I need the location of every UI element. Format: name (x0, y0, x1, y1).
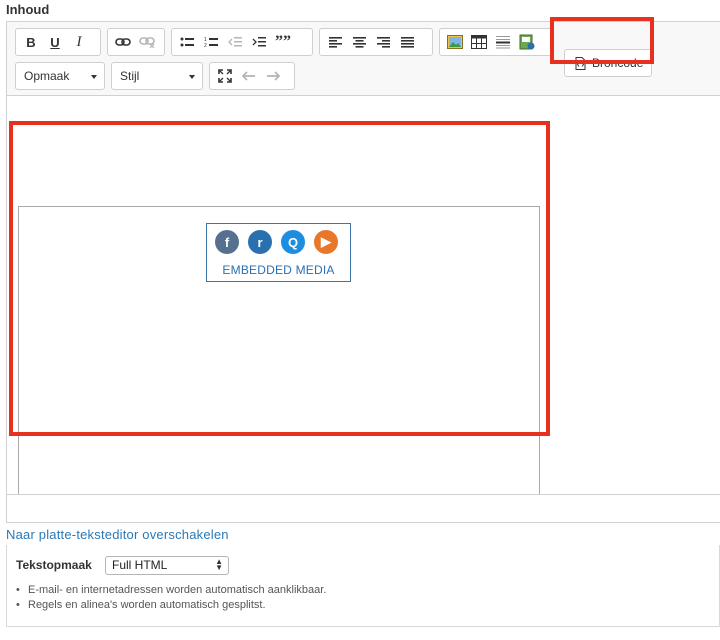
toolbar-group-lists: 12 ”” (171, 28, 313, 56)
select-arrows-icon: ▲ ▼ (215, 557, 223, 572)
table-icon[interactable] (467, 30, 491, 54)
text-format-label: Tekstopmaak (16, 558, 92, 572)
editor-statusbar (7, 494, 720, 522)
list-item: Regels en alinea's worden automatisch ge… (16, 599, 326, 611)
real-player-logo-icon: r (248, 230, 272, 254)
bulleted-list-icon[interactable] (175, 30, 199, 54)
editor-toolbar: B U I 12 ”” Broncode Opmaak Stijl (7, 22, 720, 96)
align-left-icon[interactable] (323, 30, 347, 54)
source-icon (575, 56, 586, 70)
media-embed-icon[interactable] (515, 30, 539, 54)
quicktime-logo-icon: Q (281, 230, 305, 254)
style-combo[interactable]: Stijl (111, 62, 203, 90)
indent-icon[interactable] (247, 30, 271, 54)
format-tips-list: E-mail- en internetadressen worden autom… (16, 584, 326, 614)
source-button[interactable]: Broncode (564, 49, 652, 77)
link-icon[interactable] (111, 30, 135, 54)
embedded-media-placeholder[interactable]: f r Q ▶ EMBEDDED MEDIA (206, 223, 351, 282)
toolbar-group-links (107, 28, 165, 56)
toolbar-group-align (319, 28, 433, 56)
outdent-icon[interactable] (223, 30, 247, 54)
chevron-down-icon (91, 75, 97, 79)
style-combo-label: Stijl (120, 69, 140, 83)
windows-media-logo-icon: ▶ (314, 230, 338, 254)
media-logos: f r Q ▶ (215, 230, 338, 254)
field-label: Inhoud (6, 2, 50, 17)
undo-icon[interactable] (237, 64, 261, 88)
underline-button[interactable]: U (43, 30, 67, 54)
flash-logo-icon: f (215, 230, 239, 254)
chevron-down-icon (189, 75, 195, 79)
list-item: E-mail- en internetadressen worden autom… (16, 584, 326, 596)
toolbar-group-basic: B U I (15, 28, 101, 56)
svg-text:2: 2 (204, 43, 207, 48)
align-right-icon[interactable] (371, 30, 395, 54)
text-format-panel: Tekstopmaak Full HTML ▲▼ E-mail- en inte… (6, 545, 720, 627)
format-combo-label: Opmaak (24, 69, 70, 83)
format-combo[interactable]: Opmaak (15, 62, 105, 90)
unlink-icon[interactable] (135, 30, 159, 54)
image-icon[interactable] (443, 30, 467, 54)
source-button-label: Broncode (592, 56, 644, 70)
toolbar-group-insert (439, 28, 552, 56)
switch-editor-link[interactable]: Naar platte-teksteditor overschakelen (6, 527, 229, 542)
editor-content-area[interactable]: f r Q ▶ EMBEDDED MEDIA (7, 96, 720, 502)
align-center-icon[interactable] (347, 30, 371, 54)
blockquote-button[interactable]: ”” (271, 30, 295, 54)
rich-text-editor: B U I 12 ”” Broncode Opmaak Stijl f r Q … (6, 21, 720, 523)
align-justify-icon[interactable] (395, 30, 419, 54)
horizontal-rule-icon[interactable] (491, 30, 515, 54)
text-format-selected: Full HTML (112, 558, 168, 572)
embedded-media-label: EMBEDDED MEDIA (222, 263, 335, 277)
redo-icon[interactable] (261, 64, 285, 88)
maximize-icon[interactable] (213, 64, 237, 88)
toolbar-group-tools (209, 62, 295, 90)
bold-button[interactable]: B (19, 30, 43, 54)
text-format-select[interactable]: Full HTML ▲ ▼ (105, 556, 229, 575)
numbered-list-icon[interactable]: 12 (199, 30, 223, 54)
italic-button[interactable]: I (67, 30, 91, 54)
